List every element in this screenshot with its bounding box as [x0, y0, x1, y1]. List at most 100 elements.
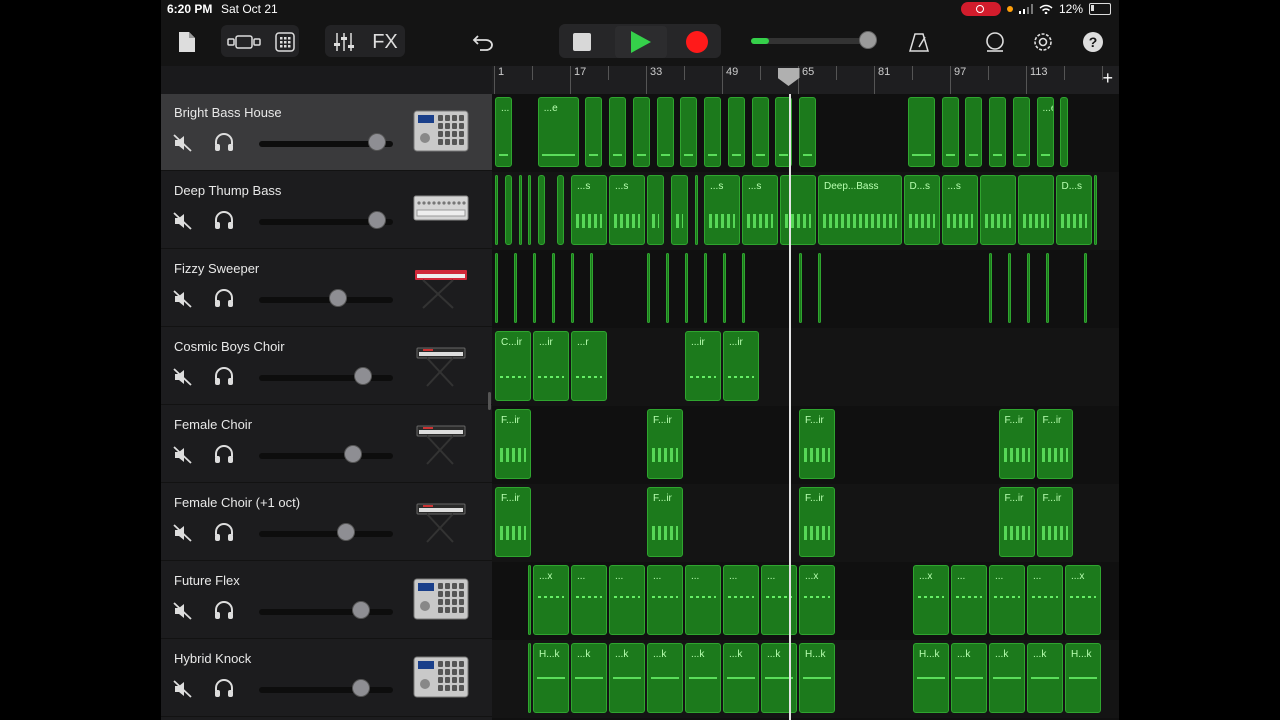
- region[interactable]: [670, 175, 688, 245]
- region[interactable]: H...k: [1065, 643, 1101, 713]
- region[interactable]: [647, 253, 650, 323]
- region[interactable]: ...k: [989, 643, 1025, 713]
- master-volume-knob[interactable]: [859, 31, 877, 49]
- region[interactable]: [704, 97, 721, 167]
- region[interactable]: Deep...Bass: [818, 175, 902, 245]
- region[interactable]: ...x: [533, 565, 569, 635]
- metronome-button[interactable]: [907, 26, 931, 58]
- region[interactable]: ...s: [742, 175, 778, 245]
- region[interactable]: ...k: [571, 643, 607, 713]
- region[interactable]: H...k: [533, 643, 569, 713]
- region[interactable]: ...: [1027, 565, 1063, 635]
- region[interactable]: ...ir: [723, 331, 759, 401]
- track-header[interactable]: Fizzy Sweeper: [161, 250, 492, 327]
- track-header[interactable]: Bright Bass House: [161, 94, 492, 171]
- track-volume-slider[interactable]: [259, 679, 393, 697]
- region[interactable]: [727, 97, 745, 167]
- add-section-button[interactable]: +: [1102, 68, 1113, 89]
- region[interactable]: [989, 97, 1006, 167]
- track-volume-knob[interactable]: [352, 601, 370, 619]
- region[interactable]: [1017, 175, 1054, 245]
- region[interactable]: [1093, 175, 1097, 245]
- region[interactable]: H...k: [799, 643, 835, 713]
- track-lanes[interactable]: ... ...e ...e ...s ...s ...s ...s Deep...Bass D.…: [492, 94, 1119, 720]
- region[interactable]: ...s: [941, 175, 978, 245]
- region[interactable]: [989, 253, 992, 323]
- region[interactable]: D...s: [903, 175, 940, 245]
- region[interactable]: [533, 253, 536, 323]
- region[interactable]: ...e: [537, 97, 579, 167]
- track-lane[interactable]: H...k ...k ...k ...k ...k ...k ...k H...k H...k.…: [492, 640, 1119, 718]
- mute-icon[interactable]: [173, 212, 193, 230]
- region[interactable]: [528, 565, 532, 635]
- region[interactable]: F...ir: [495, 409, 531, 479]
- region[interactable]: [552, 253, 555, 323]
- playhead-handle[interactable]: [777, 68, 800, 86]
- mute-icon[interactable]: [173, 134, 193, 152]
- region[interactable]: [908, 97, 935, 167]
- track-header[interactable]: Future Flex: [161, 562, 492, 639]
- region[interactable]: [1084, 253, 1087, 323]
- headphones-icon[interactable]: [213, 600, 235, 620]
- region[interactable]: F...ir: [998, 409, 1035, 479]
- track-volume-knob[interactable]: [368, 211, 386, 229]
- my-songs-button[interactable]: [175, 26, 199, 58]
- region[interactable]: [495, 175, 498, 245]
- track-volume-knob[interactable]: [352, 679, 370, 697]
- region[interactable]: [609, 97, 626, 167]
- mute-icon[interactable]: [173, 680, 193, 698]
- region[interactable]: C...ir: [495, 331, 531, 401]
- track-volume-slider[interactable]: [259, 211, 393, 229]
- region[interactable]: [518, 175, 522, 245]
- region[interactable]: ...x: [913, 565, 949, 635]
- region[interactable]: [704, 253, 707, 323]
- region[interactable]: ...k: [951, 643, 987, 713]
- region[interactable]: [799, 253, 802, 323]
- region[interactable]: [528, 643, 532, 713]
- drum-machine-icon[interactable]: [413, 108, 473, 158]
- region[interactable]: D...s: [1055, 175, 1092, 245]
- region[interactable]: [799, 97, 816, 167]
- mixer-button[interactable]: [331, 26, 357, 58]
- region[interactable]: ...: [647, 565, 683, 635]
- help-button[interactable]: ?: [1079, 26, 1107, 58]
- region[interactable]: [685, 253, 688, 323]
- record-button[interactable]: [683, 26, 711, 58]
- region[interactable]: ...: [571, 565, 607, 635]
- drum-machine-icon[interactable]: [413, 576, 473, 626]
- region[interactable]: F...ir: [647, 409, 683, 479]
- region[interactable]: ...k: [647, 643, 683, 713]
- keyboard-stand-icon[interactable]: [413, 420, 473, 470]
- region[interactable]: ...: [495, 97, 512, 167]
- region[interactable]: [656, 97, 674, 167]
- headphones-icon[interactable]: [213, 210, 235, 230]
- region[interactable]: [504, 175, 512, 245]
- region[interactable]: ...: [609, 565, 645, 635]
- region[interactable]: [666, 253, 669, 323]
- undo-button[interactable]: [469, 26, 497, 58]
- headphones-icon[interactable]: [213, 522, 235, 542]
- mute-icon[interactable]: [173, 368, 193, 386]
- region[interactable]: [965, 97, 983, 167]
- track-header[interactable]: Female Choir (+1 oct): [161, 484, 492, 561]
- region[interactable]: [742, 253, 745, 323]
- region[interactable]: [979, 175, 1016, 245]
- mute-icon[interactable]: [173, 290, 193, 308]
- region[interactable]: [1046, 253, 1049, 323]
- region[interactable]: [1027, 253, 1030, 323]
- track-volume-slider[interactable]: [259, 445, 393, 463]
- region[interactable]: ...r: [571, 331, 607, 401]
- track-lane[interactable]: ... ...e ...e: [492, 94, 1119, 172]
- track-lane[interactable]: F...ir F...ir F...ir F...ir F...ir: [492, 484, 1119, 562]
- region[interactable]: ...x: [799, 565, 835, 635]
- region[interactable]: ...: [685, 565, 721, 635]
- stop-button[interactable]: [569, 26, 595, 58]
- track-lane[interactable]: F...ir F...ir F...ir F...ir F...ir: [492, 406, 1119, 484]
- track-header[interactable]: Deep Thump Bass: [161, 172, 492, 249]
- region[interactable]: F...ir: [1036, 487, 1073, 557]
- region[interactable]: [751, 97, 769, 167]
- region[interactable]: ...s: [571, 175, 607, 245]
- track-lane[interactable]: ...s ...s ...s ...s Deep...Bass D...s ...s D...…: [492, 172, 1119, 250]
- track-lane[interactable]: ...x.................. ...x ...x..........…: [492, 562, 1119, 640]
- region[interactable]: ...: [951, 565, 987, 635]
